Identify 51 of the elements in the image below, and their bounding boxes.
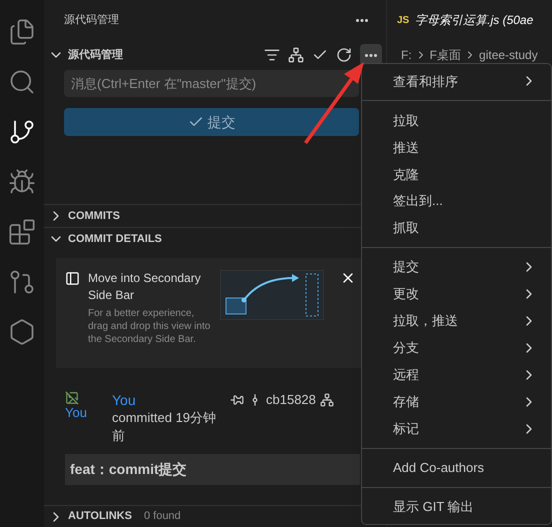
graph-icon[interactable]	[288, 47, 304, 63]
panel-title[interactable]: COMMIT DETAILS	[68, 230, 162, 248]
menu-item[interactable]: 拉取，推送	[362, 307, 551, 334]
commit-hash[interactable]: cb15828	[266, 391, 316, 409]
pull-request-icon[interactable]	[8, 268, 36, 296]
menu-item[interactable]: 存储	[362, 388, 551, 416]
blocks-icon[interactable]	[8, 218, 36, 246]
avatar-alt-text: You	[65, 405, 88, 421]
menu-item[interactable]: 更改	[362, 280, 551, 308]
menu-item[interactable]: 分支	[362, 334, 551, 362]
menu-item[interactable]: 远程	[362, 361, 551, 388]
breadcrumb-item[interactable]: F桌面	[430, 46, 462, 64]
breadcrumb-item[interactable]: F:	[401, 46, 412, 64]
menu-item[interactable]: 抓取	[362, 214, 551, 242]
branch-icon[interactable]	[8, 118, 36, 146]
message-field[interactable]: 消息(Ctrl+Enter 在"master"提交)	[64, 70, 359, 97]
hint-title: Move into Secondary Side Bar	[88, 270, 202, 304]
more-icon[interactable]	[356, 18, 368, 22]
js-label: JS	[397, 14, 410, 28]
menu-item[interactable]: 克隆	[362, 160, 551, 188]
panel-title[interactable]: AUTOLINKS	[68, 508, 132, 525]
menu-item[interactable]: 提交	[362, 254, 551, 280]
menu-item[interactable]: 查看和排序	[362, 68, 551, 95]
commit-button[interactable]: 提交	[64, 108, 359, 136]
broken-image-icon	[65, 391, 79, 405]
panel-title[interactable]: COMMITS	[68, 208, 120, 224]
found-count: 0 found	[144, 509, 181, 524]
menu-item[interactable]: 签出到...	[362, 188, 551, 215]
breadcrumb-item[interactable]: gitee-study	[479, 46, 538, 64]
files-icon[interactable]	[8, 18, 36, 46]
sidebar-title: 源代码管理	[64, 12, 119, 28]
search-icon[interactable]	[8, 68, 36, 96]
menu-item[interactable]: 标记	[362, 415, 551, 442]
section-title: 源代码管理	[68, 48, 124, 63]
bug-icon[interactable]	[8, 168, 36, 196]
menu-item[interactable]: Add Co-authors	[362, 454, 551, 482]
hint-body: For a better experience, drag and drop this view into the Secondary Side Bar.	[88, 307, 212, 346]
commit-message: feat：commit提交	[70, 460, 187, 479]
refresh-icon[interactable]	[336, 47, 352, 63]
graph-icon[interactable]	[320, 393, 334, 407]
list-icon[interactable]	[264, 47, 280, 63]
author-link[interactable]: You	[112, 391, 136, 409]
hexagon-icon[interactable]	[8, 318, 36, 346]
pin-icon[interactable]	[230, 393, 244, 407]
menu-item[interactable]: 显示 GIT 输出	[362, 493, 551, 520]
commit-time: committed 19分钟前	[112, 409, 218, 445]
more-icon	[365, 54, 377, 56]
menu-item[interactable]: 拉取	[362, 106, 551, 134]
panel-icon	[65, 271, 80, 286]
tab-label: 字母索引运算.js (50ae	[415, 12, 534, 29]
menu-item[interactable]: 推送	[362, 134, 551, 161]
